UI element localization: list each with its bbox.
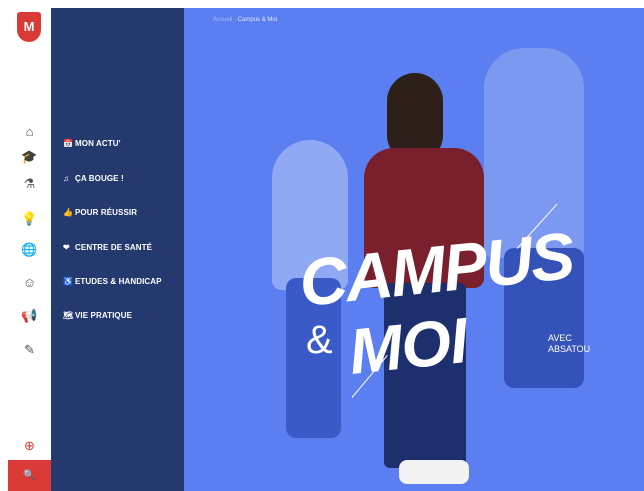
- lightbulb-icon[interactable]: 💡: [8, 209, 51, 229]
- pencil-icon[interactable]: ✎: [8, 340, 51, 360]
- school-icon[interactable]: ⌂: [8, 122, 51, 142]
- menu-item-mon-actu[interactable]: 📅 MON ACTU': [63, 139, 121, 148]
- icon-rail: M ⌂ 🎓 ⚗ 💡 🌐 ☺ 📢 ✎ ⊕ 🔍: [8, 8, 52, 491]
- breadcrumb-home[interactable]: Accueil: [213, 17, 232, 23]
- logo[interactable]: M: [17, 12, 41, 42]
- menu-item-centre-de-sante[interactable]: ❤ CENTRE DE SANTÉ: [63, 243, 152, 252]
- menu-item-pour-reussir[interactable]: 👍 POUR RÉUSSIR: [63, 208, 137, 217]
- graduation-cap-icon[interactable]: 🎓: [8, 147, 51, 167]
- thumbs-up-icon: 👍: [63, 208, 74, 217]
- flask-icon[interactable]: ⚗: [8, 174, 51, 194]
- megaphone-icon[interactable]: 📢: [8, 306, 51, 326]
- menu-item-vie-pratique[interactable]: 🗺 VIE PRATIQUE: [63, 311, 132, 320]
- hero-figure-center-shoes: [399, 460, 469, 484]
- hero-subtitle: AVEC ABSATOU: [548, 333, 591, 354]
- smiley-icon[interactable]: ☺: [8, 273, 51, 293]
- breadcrumb-current: Campus & Moi: [237, 17, 278, 23]
- wheelchair-icon: ♿: [63, 277, 74, 286]
- music-icon: ♫: [63, 174, 70, 183]
- calendar-icon: 📅: [63, 139, 74, 148]
- globe-icon[interactable]: 🌐: [8, 240, 51, 260]
- hero-banner: Accueil · Campus & Moi CAMPUS & MOI AVEC…: [184, 8, 644, 491]
- menu-item-ca-bouge[interactable]: ♫ ÇA BOUGE !: [63, 174, 124, 183]
- search-button[interactable]: 🔍: [8, 460, 51, 491]
- heart-icon: ❤: [63, 243, 70, 252]
- menu-item-etudes-handicap[interactable]: ♿ ETUDES & HANDICAP: [63, 277, 162, 286]
- main-menu: 📅 MON ACTU' ♫ ÇA BOUGE ! 👍 POUR RÉUSSIR ❤ CE…: [51, 8, 184, 491]
- search-icon: 🔍: [23, 470, 36, 481]
- hero-title-moi: MOI: [345, 304, 471, 388]
- breadcrumb: Accueil · Campus & Moi: [213, 17, 278, 23]
- hero-title-amp: &: [306, 318, 333, 362]
- map-icon: 🗺: [63, 311, 74, 320]
- plus-circle-icon[interactable]: ⊕: [8, 436, 51, 456]
